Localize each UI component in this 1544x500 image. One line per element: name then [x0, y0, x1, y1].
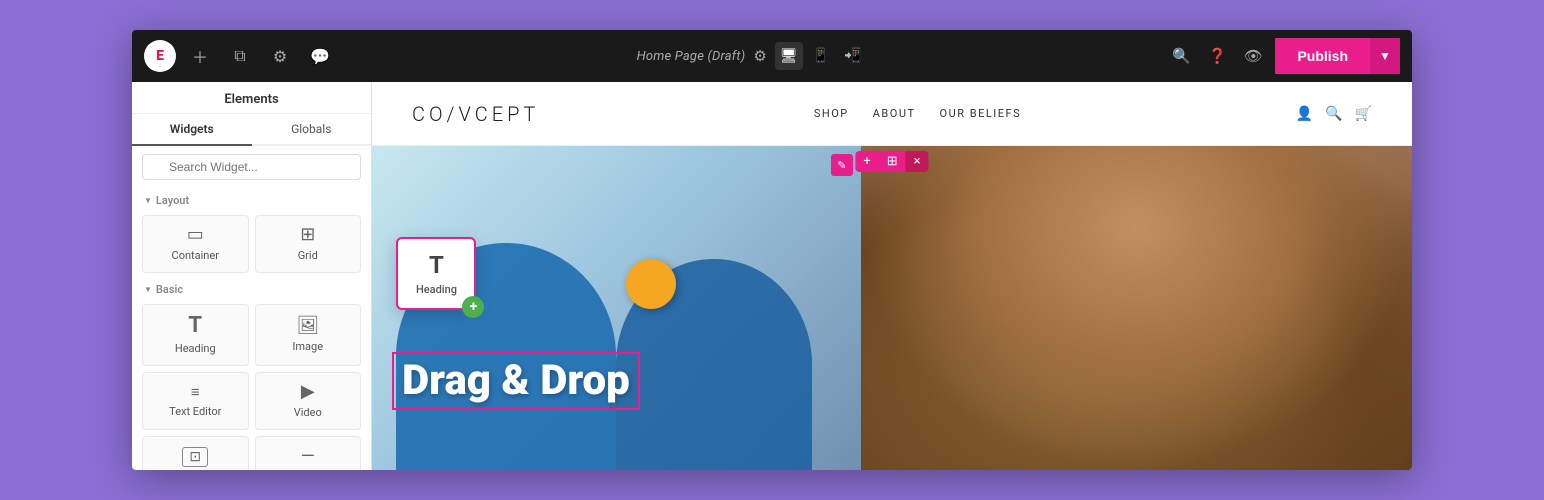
layers-btn[interactable]: ⧉	[224, 40, 256, 72]
hero-section: + ⊞ × T Heading +	[372, 146, 1412, 470]
image-icon: 🖼	[296, 317, 319, 335]
topbar-left: E ＋ ⧉ ⚙ 💬	[144, 40, 336, 72]
page-settings-icon[interactable]: ⚙	[753, 47, 766, 65]
floating-widget[interactable]: T Heading +	[396, 237, 476, 310]
panel-tabs: Widgets Globals	[132, 114, 371, 146]
tab-globals[interactable]: Globals	[252, 114, 372, 146]
hero-left: T Heading + Drag & Drop ✎	[372, 146, 861, 470]
edit-pencil-btn[interactable]: ✎	[831, 154, 853, 176]
site-header: CO/VCEPT SHOP ABOUT OUR BELIEFS 👤 🔍 🛒	[372, 82, 1412, 146]
comments-btn[interactable]: 💬	[304, 40, 336, 72]
widget-heading-label: Heading	[175, 342, 216, 355]
floating-widget-icon: T	[429, 251, 444, 279]
help-icon[interactable]: ❓	[1203, 42, 1231, 70]
widget-grid-label: Grid	[298, 249, 318, 262]
text-editor-icon: ≡	[191, 385, 200, 400]
hero-heading: Drag & Drop	[392, 352, 640, 410]
widget-container[interactable]: ▭ Container	[142, 215, 249, 273]
user-icon[interactable]: 👤	[1296, 106, 1313, 122]
site-nav: SHOP ABOUT OUR BELIEFS	[814, 107, 1021, 120]
basic-widget-grid: T Heading 🖼 Image ≡ Text Editor ▶ Video …	[132, 300, 371, 470]
widget-text-editor-label: Text Editor	[169, 405, 221, 418]
page-title: CO/VCEPT Home Page (Draft)	[637, 49, 746, 64]
section-toolbar: + ⊞ ×	[855, 151, 928, 172]
canvas-area: CO/VCEPT SHOP ABOUT OUR BELIEFS 👤 🔍 🛒	[372, 82, 1412, 470]
search-wrapper	[142, 154, 361, 180]
widget-video-label: Video	[294, 406, 322, 419]
site-logo: CO/VCEPT	[412, 102, 539, 126]
basic-section-label: Basic	[132, 277, 371, 300]
publish-btn-group: Publish ▼	[1275, 38, 1400, 74]
panel-title: Elements	[132, 82, 371, 114]
widget-text-editor[interactable]: ≡ Text Editor	[142, 372, 249, 430]
nav-shop[interactable]: SHOP	[814, 107, 849, 120]
search-input[interactable]	[142, 154, 361, 180]
topbar-center: CO/VCEPT Home Page (Draft) ⚙ 🖥 📱 📲	[344, 42, 1159, 70]
widget-image-label: Image	[292, 340, 323, 353]
widget-heading[interactable]: T Heading	[142, 304, 249, 366]
left-panel: Elements Widgets Globals Layout ▭ Contai…	[132, 82, 372, 470]
search-bar	[132, 146, 371, 188]
topbar-right: 🔍 ❓ 👁 Publish ▼	[1167, 38, 1400, 74]
section-close-btn[interactable]: ×	[906, 151, 929, 172]
widget-image[interactable]: 🖼 Image	[255, 304, 362, 366]
widget-container-label: Container	[172, 249, 219, 262]
settings-panel-btn[interactable]: ⚙	[264, 40, 296, 72]
cart-icon[interactable]: 🛒	[1355, 106, 1372, 122]
mobile-viewport-btn[interactable]: 📲	[839, 42, 867, 70]
heading-icon: T	[188, 315, 202, 337]
section-grid-btn[interactable]: ⊞	[879, 151, 906, 172]
publish-dropdown-btn[interactable]: ▼	[1370, 38, 1400, 74]
elementor-logo[interactable]: E	[144, 40, 176, 72]
tab-widgets[interactable]: Widgets	[132, 114, 252, 146]
section-add-btn[interactable]: +	[855, 151, 878, 172]
topbar: E ＋ ⧉ ⚙ 💬 CO/VCEPT Home Page (Draft) ⚙ 🖥…	[132, 30, 1412, 82]
add-element-btn[interactable]: ＋	[184, 40, 216, 72]
video-icon: ▶	[301, 383, 315, 401]
editor-wrapper: E ＋ ⧉ ⚙ 💬 CO/VCEPT Home Page (Draft) ⚙ 🖥…	[132, 30, 1412, 470]
search-nav-icon[interactable]: 🔍	[1325, 106, 1342, 122]
site-nav-icons: 👤 🔍 🛒	[1296, 106, 1372, 122]
main-content: Elements Widgets Globals Layout ▭ Contai…	[132, 82, 1412, 470]
search-icon[interactable]: 🔍	[1167, 42, 1195, 70]
floating-widget-label: Heading	[416, 283, 457, 296]
widget-grid[interactable]: ⊞ Grid	[255, 215, 362, 273]
widget-divider[interactable]: — Divider	[255, 436, 362, 470]
grid-icon: ⊞	[300, 226, 315, 244]
canvas-frame: CO/VCEPT SHOP ABOUT OUR BELIEFS 👤 🔍 🛒	[372, 82, 1412, 470]
layout-section-label: Layout	[132, 188, 371, 211]
widget-button[interactable]: ⊡ Button	[142, 436, 249, 470]
button-icon: ⊡	[182, 447, 208, 467]
container-icon: ▭	[187, 226, 204, 244]
woman-silhouette	[861, 146, 1412, 470]
layout-widget-grid: ▭ Container ⊞ Grid	[132, 211, 371, 277]
desktop-viewport-btn[interactable]: 🖥	[775, 42, 803, 70]
publish-button[interactable]: Publish	[1275, 38, 1370, 74]
preview-icon[interactable]: 👁	[1239, 42, 1267, 70]
nav-about[interactable]: ABOUT	[873, 107, 916, 120]
tablet-viewport-btn[interactable]: 📱	[807, 42, 835, 70]
green-plus-icon: +	[462, 296, 484, 318]
viewport-buttons: 🖥 📱 📲	[775, 42, 867, 70]
widget-video[interactable]: ▶ Video	[255, 372, 362, 430]
hero-left-text: Drag & Drop	[392, 352, 841, 410]
hero-right	[861, 146, 1412, 470]
divider-icon: —	[301, 448, 315, 466]
woman-figure	[861, 146, 1412, 470]
nav-beliefs[interactable]: OUR BELIEFS	[940, 107, 1022, 120]
